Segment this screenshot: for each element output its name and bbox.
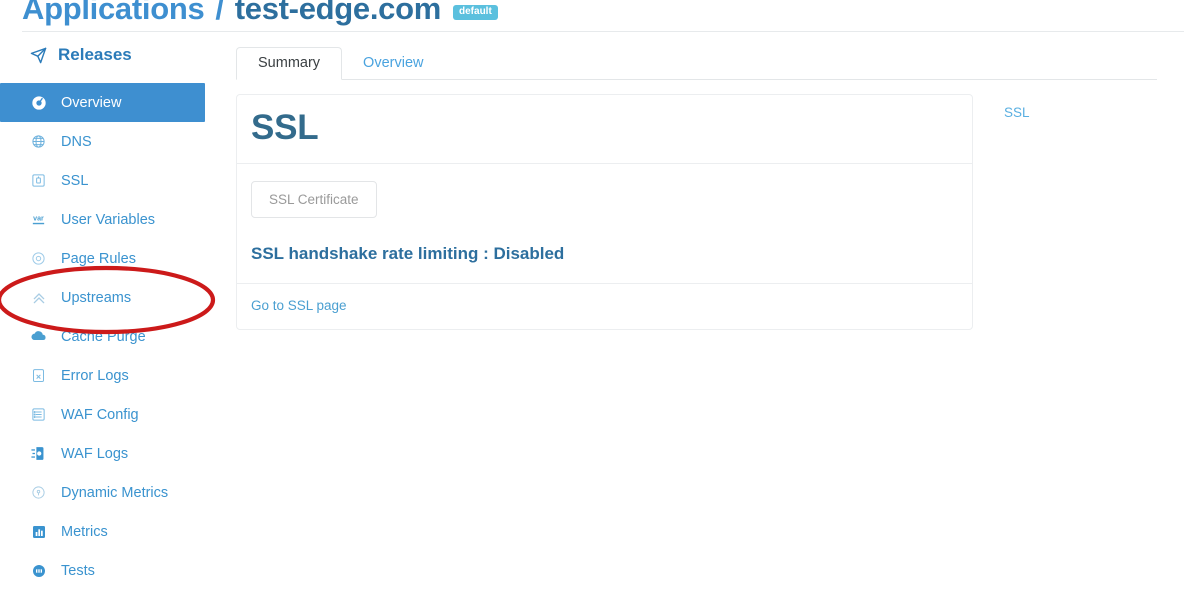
- sidebar-title-label: Releases: [58, 45, 132, 64]
- file-x-icon: [30, 368, 47, 383]
- cloud-icon: [30, 328, 47, 345]
- sidebar-title: Releases: [0, 40, 215, 70]
- sidebar-item-label: Cache Purge: [61, 328, 146, 345]
- sidebar-item-metrics[interactable]: Metrics: [0, 512, 215, 551]
- page-title: SSL: [251, 108, 319, 147]
- tab-label: Summary: [258, 54, 321, 71]
- certificate-icon: [30, 173, 47, 188]
- status-badge: default: [453, 4, 498, 20]
- go-to-ssl-page-link[interactable]: Go to SSL page: [251, 298, 347, 313]
- tab-label: Overview: [363, 54, 424, 71]
- sidebar-item-dns[interactable]: DNS: [0, 122, 215, 161]
- sidebar-item-error-logs[interactable]: Error Logs: [0, 356, 215, 395]
- sidebar-item-page-rules[interactable]: Page Rules: [0, 239, 215, 278]
- sidebar-item-label: WAF Config: [61, 406, 139, 423]
- card-footer: Go to SSL page: [237, 283, 972, 329]
- ssl-certificate-button[interactable]: SSL Certificate: [251, 180, 377, 219]
- sidebar-item-ssl[interactable]: SSL: [0, 161, 215, 200]
- ssl-handshake-rate-limiting-status: SSL handshake rate limiting : Disabled: [251, 244, 565, 264]
- tab-overview[interactable]: Overview: [342, 48, 444, 80]
- sidebar: Releases Overview DNS SSL var User Varia…: [0, 40, 215, 590]
- sidebar-item-label: WAF Logs: [61, 445, 129, 462]
- tab-summary[interactable]: Summary: [236, 46, 343, 80]
- sidebar-item-user-variables[interactable]: var User Variables: [0, 200, 215, 239]
- sidebar-item-label: DNS: [61, 133, 92, 150]
- breadcrumb-separator: /: [215, 0, 224, 26]
- svg-text:var: var: [33, 214, 44, 222]
- card-body: SSL Certificate SSL handshake rate limit…: [237, 164, 972, 284]
- header-divider: [22, 31, 1184, 32]
- right-rail-link-ssl[interactable]: SSL: [1004, 105, 1164, 120]
- breadcrumb-current: test-edge.com: [234, 0, 442, 26]
- chevrons-up-icon: [30, 290, 47, 306]
- bar-chart-icon: [30, 524, 47, 540]
- sidebar-item-upstreams[interactable]: Upstreams: [0, 278, 215, 317]
- test-circle-icon: [30, 563, 47, 579]
- sidebar-item-overview[interactable]: Overview: [0, 83, 205, 122]
- sidebar-item-waf-config[interactable]: WAF Config: [0, 395, 215, 434]
- sidebar-item-label: Page Rules: [61, 250, 136, 267]
- sidebar-item-label: Overview: [61, 94, 122, 111]
- globe-icon: [30, 134, 47, 149]
- ssl-summary-card: SSL SSL Certificate SSL handshake rate l…: [236, 94, 973, 331]
- send-icon: [30, 47, 47, 64]
- sidebar-item-cache-purge[interactable]: Cache Purge: [0, 317, 215, 356]
- target-icon: [30, 251, 47, 266]
- sidebar-item-label: User Variables: [61, 211, 156, 228]
- breadcrumb: Applications / test-edge.com default: [22, 0, 498, 32]
- breadcrumb-root[interactable]: Applications: [22, 0, 205, 27]
- sidebar-item-label: Upstreams: [61, 289, 132, 306]
- pin-circle-icon: [30, 485, 47, 500]
- dashboard-icon: [30, 95, 47, 111]
- sidebar-item-label: Metrics: [61, 523, 108, 540]
- sidebar-item-dynamic-metrics[interactable]: Dynamic Metrics: [0, 473, 215, 512]
- sidebar-item-waf-logs[interactable]: WAF Logs: [0, 434, 215, 473]
- tab-bar: Summary Overview: [236, 43, 1157, 80]
- shield-log-icon: [30, 445, 47, 462]
- var-icon: var: [30, 212, 47, 228]
- list-icon: [30, 407, 47, 422]
- sidebar-nav: Overview DNS SSL var User Variables Page…: [0, 83, 215, 590]
- sidebar-item-tests[interactable]: Tests: [0, 551, 215, 590]
- card-header: SSL: [237, 95, 972, 164]
- right-rail: SSL: [1004, 105, 1164, 120]
- sidebar-item-label: Dynamic Metrics: [61, 484, 169, 501]
- sidebar-item-label: Tests: [61, 562, 95, 579]
- sidebar-item-label: Error Logs: [61, 367, 129, 384]
- sidebar-item-label: SSL: [61, 172, 89, 189]
